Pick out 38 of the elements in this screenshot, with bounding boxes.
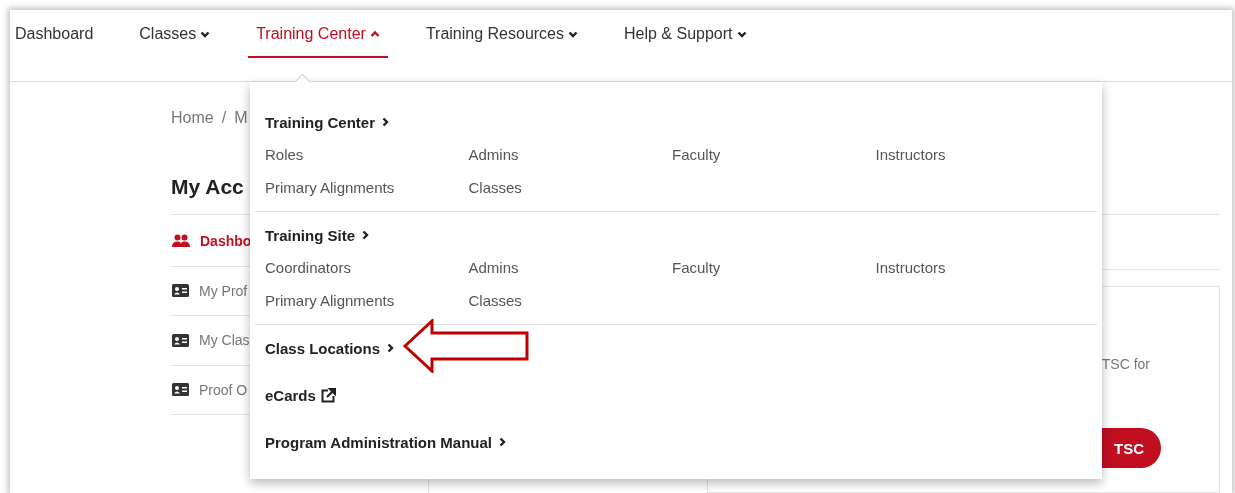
menu-heading-link[interactable]: Class Locations [265,336,396,360]
chevron-right-icon [385,343,396,353]
menu-link[interactable]: Classes [468,171,522,204]
menu-link[interactable]: Instructors [875,138,946,171]
card-text: TSC for [1101,356,1150,372]
nav-link[interactable]: Classes [131,10,219,58]
id-card-icon [172,333,189,347]
menu-link[interactable]: Faculty [672,138,721,171]
chevron-right-icon [497,437,507,447]
breadcrumb-separator: / [221,109,227,127]
breadcrumb-link[interactable]: M [234,109,248,127]
caret-up-icon [369,29,380,39]
menu-link[interactable]: Instructors [875,251,946,284]
nav-link[interactable]: Help & Support [616,10,755,58]
chevron-right-icon [360,230,370,240]
external-link-icon [320,387,336,403]
menu-link[interactable]: Roles [265,138,304,171]
menu-heading-link[interactable]: Program Administration Manual [265,430,507,454]
users-icon [172,234,190,249]
menu-link[interactable]: Coordinators [265,251,351,284]
caret-down-icon [568,29,578,39]
nav-link[interactable]: Training Resources [417,10,586,58]
menu-link[interactable]: Primary Alignments [265,284,395,317]
id-card-icon [172,284,189,298]
breadcrumb-link[interactable]: Home [171,109,214,127]
caret-down-icon [736,29,747,39]
caret-down-icon [200,29,211,39]
menu-link[interactable]: Classes [468,284,522,317]
menu-link[interactable]: Faculty [672,251,721,284]
chevron-right-icon [380,117,391,127]
menu-heading-link[interactable]: Training Site [265,223,370,247]
menu-link[interactable]: Admins [468,251,519,284]
menu-link[interactable]: Primary Alignments [265,171,395,204]
menu-link[interactable]: Admins [468,138,519,171]
id-card-icon [172,383,189,397]
menu-heading-link[interactable]: eCards [265,383,336,407]
nav-link[interactable]: Dashboard [15,10,102,58]
nav-link[interactable]: Training Center [248,10,388,58]
